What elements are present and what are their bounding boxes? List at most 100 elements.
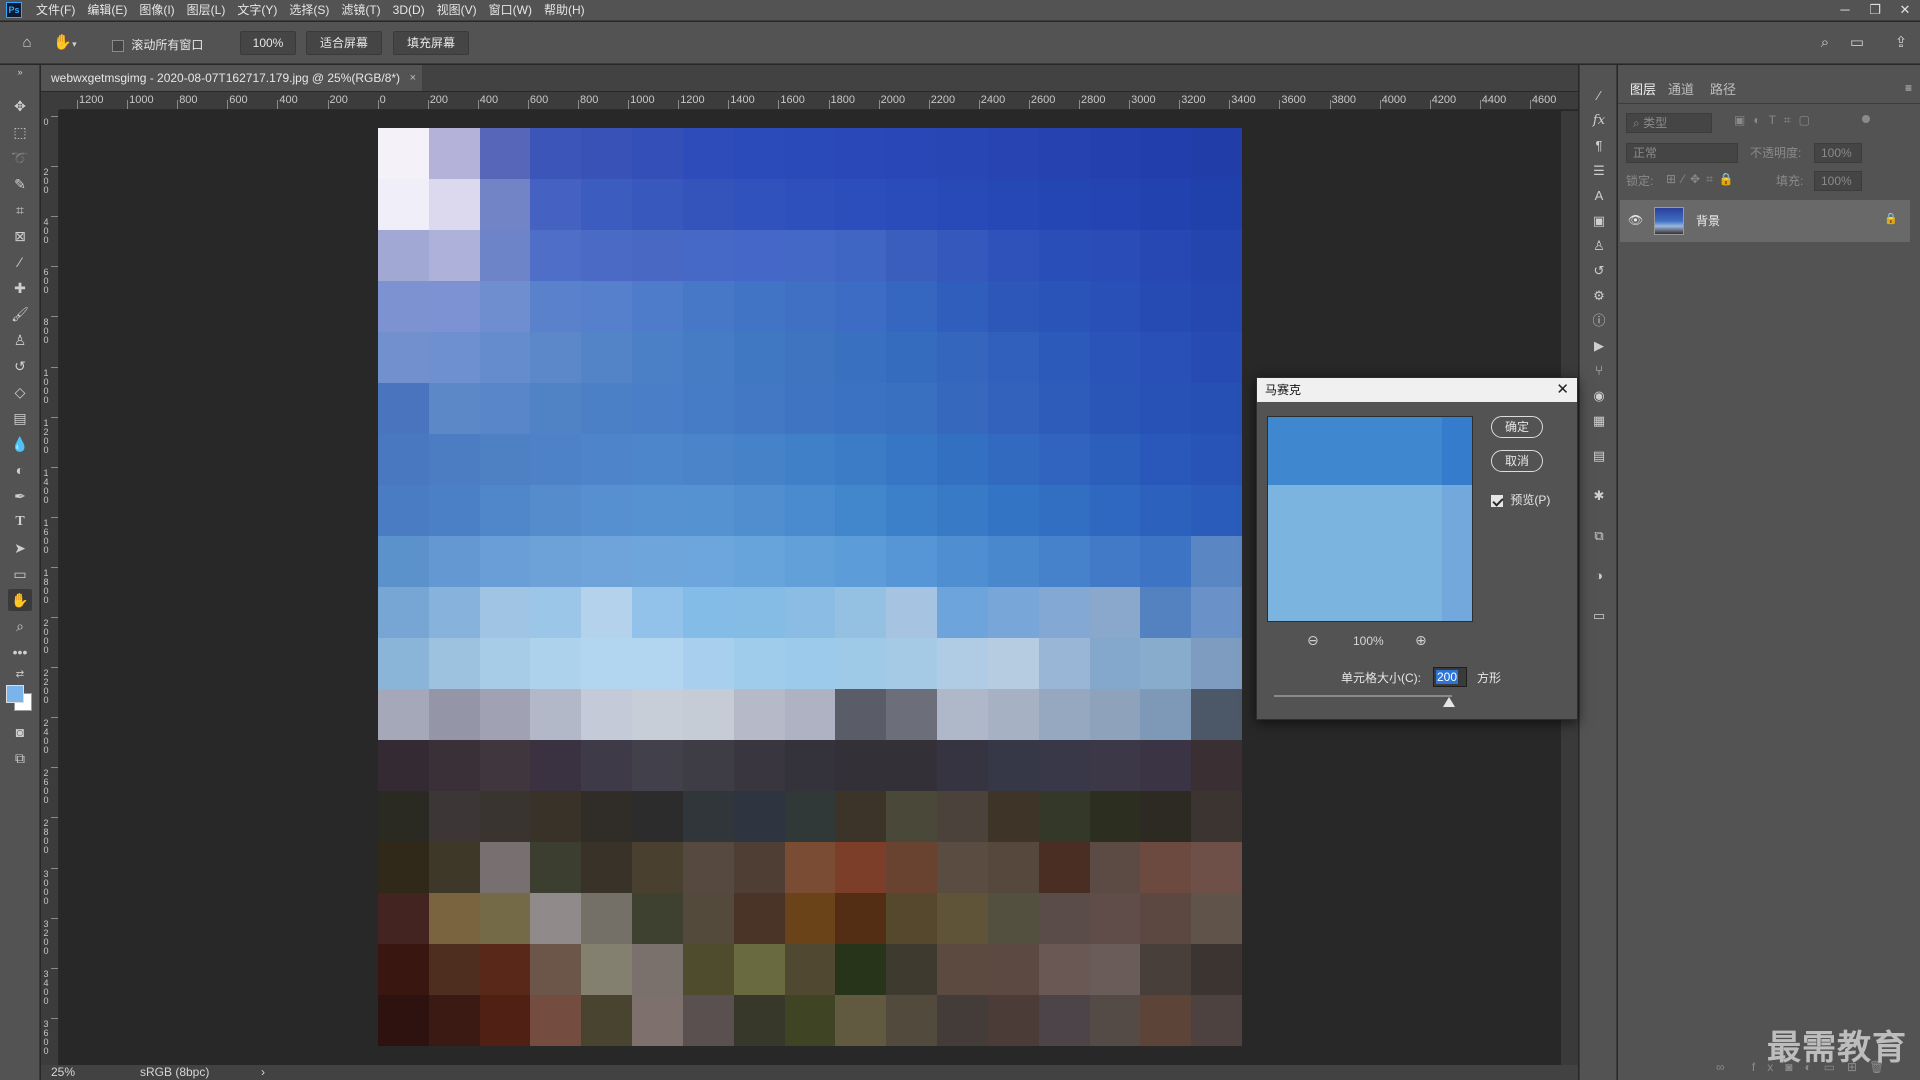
menu-item[interactable]: 图像(I)	[133, 0, 180, 21]
healing-brush-tool-icon[interactable]: ✚	[8, 277, 32, 299]
properties-icon[interactable]: ☰	[1588, 160, 1610, 182]
menu-item[interactable]: 图层(L)	[181, 0, 232, 21]
hand-tool-preset-icon[interactable]: ✋▾	[50, 32, 80, 54]
menu-item[interactable]: 选择(S)	[283, 0, 335, 21]
actions-icon[interactable]: ▶	[1588, 335, 1610, 357]
lasso-tool-icon[interactable]: ➰	[8, 147, 32, 169]
foreground-color-swatch[interactable]	[6, 685, 24, 703]
menu-item[interactable]: 文字(Y)	[231, 0, 283, 21]
dialog-titlebar[interactable]: 马赛克 ✕	[1257, 378, 1577, 402]
zoom-in-icon[interactable]: ⊕	[1415, 632, 1427, 649]
hand-tool-icon[interactable]: ✋	[8, 589, 32, 611]
paths-icon[interactable]: ⑂	[1588, 360, 1610, 382]
kind-filter-dropdown[interactable]: ⌕ 类型	[1626, 113, 1712, 133]
status-zoom[interactable]: 25%	[51, 1065, 75, 1080]
quick-select-tool-icon[interactable]: ✎	[8, 173, 32, 195]
info-icon[interactable]: ⓘ	[1588, 310, 1610, 332]
path-select-tool-icon[interactable]: ➤	[8, 537, 32, 559]
scroll-all-windows-option[interactable]: 滚动所有窗口	[112, 36, 203, 53]
cell-size-input[interactable]: 200	[1433, 667, 1467, 687]
minimize-button[interactable]: ─	[1830, 0, 1860, 21]
fill-input[interactable]: 100%	[1814, 171, 1862, 191]
filter-toggle-icon[interactable]	[1862, 115, 1870, 123]
adjustments-icon[interactable]: ✱	[1588, 485, 1610, 507]
panel-tab[interactable]: 图层	[1630, 79, 1656, 101]
panel-menu-icon[interactable]: ≡	[1905, 81, 1912, 95]
styles-icon[interactable]: ◑	[1588, 565, 1610, 587]
screen-mode-icon[interactable]: ⧉	[8, 747, 32, 769]
share-icon[interactable]: ⇪	[1890, 32, 1912, 54]
zoom-out-icon[interactable]: ⊖	[1307, 632, 1319, 649]
blur-tool-icon[interactable]: 💧	[8, 433, 32, 455]
pen-tool-icon[interactable]: ✒	[8, 485, 32, 507]
quick-mask-icon[interactable]: ◙	[8, 721, 32, 743]
menu-item[interactable]: 编辑(E)	[81, 0, 133, 21]
zoom-tool-icon[interactable]: ⌕	[8, 615, 32, 637]
notes-icon[interactable]: ▤	[1588, 445, 1610, 467]
vertical-ruler[interactable]: 0 200 400 600 800 1000 1200 1400 1600 1800 2000 220…	[41, 110, 59, 1065]
libraries-icon[interactable]: ▣	[1588, 210, 1610, 232]
filter-icons[interactable]: ▣◐T⌗▢	[1734, 113, 1818, 128]
rectangle-tool-icon[interactable]: ▭	[8, 563, 32, 585]
opacity-input[interactable]: 100%	[1814, 143, 1862, 163]
stamp-tool-icon[interactable]: ♙	[8, 329, 32, 351]
timeline-icon[interactable]: ▦	[1588, 410, 1610, 432]
restore-button[interactable]: ❐	[1860, 0, 1890, 21]
swatches-icon[interactable]: ▭	[1588, 605, 1610, 627]
swap-colors-icon[interactable]: ⇄	[8, 669, 32, 681]
dialog-close-icon[interactable]: ✕	[1556, 378, 1569, 402]
blend-mode-dropdown[interactable]: 正常	[1626, 143, 1738, 163]
crop-tool-icon[interactable]: ⌗	[8, 199, 32, 221]
glyphs-icon[interactable]: fx	[1588, 110, 1610, 132]
type-tool-icon[interactable]: T	[8, 511, 32, 533]
cancel-button[interactable]: 取消	[1491, 450, 1543, 472]
fit-screen-button[interactable]: 适合屏幕	[306, 31, 382, 55]
lock-options-icons[interactable]: ⊞⁄✥⌗🔒	[1666, 172, 1740, 187]
preview-option[interactable]: 预览(P)	[1491, 491, 1550, 508]
tool-presets-icon[interactable]: ⚙	[1588, 285, 1610, 307]
character-icon[interactable]: A	[1588, 185, 1610, 207]
3d-icon[interactable]: ◉	[1588, 385, 1610, 407]
search-icon[interactable]: ⌕	[1814, 32, 1836, 54]
clone-source-icon[interactable]: ♙	[1588, 235, 1610, 257]
brush-tool-icon[interactable]: 🖌	[8, 303, 32, 325]
marquee-tool-icon[interactable]: ⬚	[8, 121, 32, 143]
document-tab[interactable]: webwxgetmsgimg - 2020-08-07T162717.179.j…	[41, 65, 423, 91]
zoom-100-button[interactable]: 100%	[240, 31, 296, 55]
move-tool-icon[interactable]: ✥	[8, 95, 32, 117]
ok-button[interactable]: 确定	[1491, 416, 1543, 438]
cell-size-slider-thumb[interactable]	[1443, 697, 1455, 707]
home-icon[interactable]: ⌂	[16, 32, 38, 54]
menu-item[interactable]: 滤镜(T)	[335, 0, 386, 21]
cell-size-slider-track[interactable]	[1274, 695, 1452, 697]
workspace-icon[interactable]: ▭	[1846, 32, 1868, 54]
menu-item[interactable]: 窗口(W)	[483, 0, 538, 21]
eyedropper-tool-icon[interactable]: ⁄	[8, 251, 32, 273]
status-menu-arrow-icon[interactable]: ›	[261, 1065, 265, 1080]
history-icon[interactable]: ↺	[1588, 260, 1610, 282]
gradient-tool-icon[interactable]: ▤	[8, 407, 32, 429]
panel-tab[interactable]: 通道	[1668, 79, 1694, 101]
fill-screen-button[interactable]: 填充屏幕	[393, 31, 469, 55]
preview-checkbox[interactable]	[1491, 494, 1503, 507]
menu-item[interactable]: 3D(D)	[387, 0, 431, 21]
panel-collapse-icon[interactable]: »	[8, 67, 32, 77]
menu-item[interactable]: 视图(V)	[431, 0, 483, 21]
scroll-all-windows-checkbox[interactable]	[112, 39, 124, 52]
layer-row-background[interactable]: 👁 背景 🔒	[1620, 200, 1910, 242]
frame-tool-icon[interactable]: ⊠	[8, 225, 32, 247]
more-tools-icon[interactable]: •••	[8, 641, 32, 663]
close-tab-icon[interactable]: ×	[410, 65, 416, 91]
panel-tab[interactable]: 路径	[1710, 79, 1736, 101]
brush-settings-icon[interactable]: ⁄	[1588, 85, 1610, 107]
ruler-origin[interactable]	[41, 92, 59, 110]
filter-preview[interactable]	[1267, 416, 1473, 622]
paragraph-icon[interactable]: ¶	[1588, 135, 1610, 157]
visibility-eye-icon[interactable]: 👁	[1628, 213, 1643, 227]
history-brush-tool-icon[interactable]: ↺	[8, 355, 32, 377]
layer-comps-icon[interactable]: ⧉	[1588, 525, 1610, 547]
mosaic-image[interactable]	[378, 128, 1242, 1046]
horizontal-ruler[interactable]: 1200 1000 800 600 400 200 0 200 400 600 800 1000 120…	[59, 92, 1578, 110]
eraser-tool-icon[interactable]: ◇	[8, 381, 32, 403]
dodge-tool-icon[interactable]: ◐	[8, 459, 32, 481]
